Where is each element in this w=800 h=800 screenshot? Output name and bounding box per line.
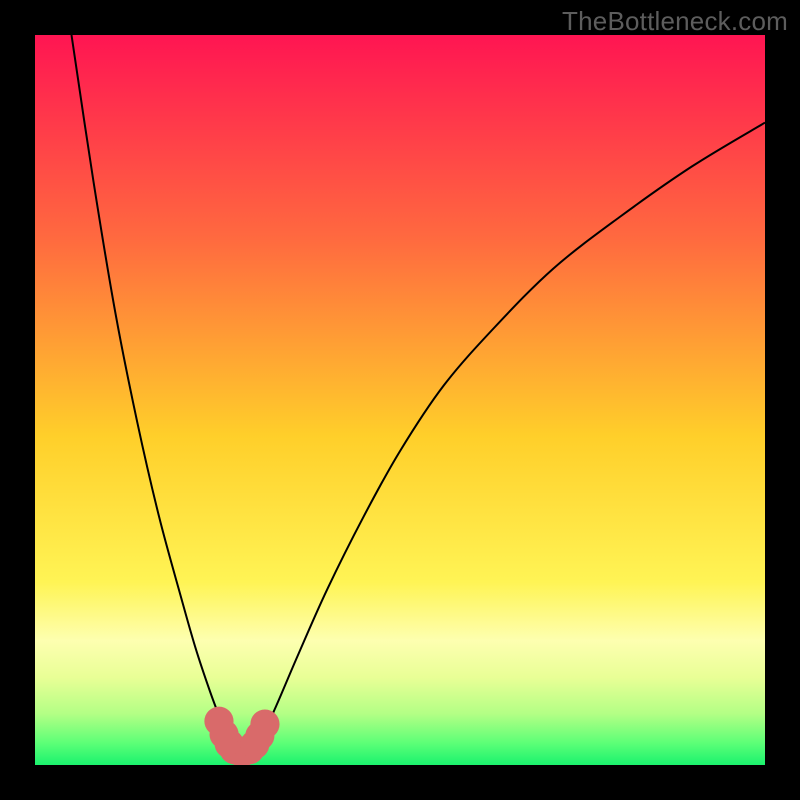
chart-frame: TheBottleneck.com <box>0 0 800 800</box>
gradient-background <box>35 35 765 765</box>
chart-svg <box>35 35 765 765</box>
valley-marker <box>250 710 279 739</box>
plot-area <box>35 35 765 765</box>
watermark-text: TheBottleneck.com <box>562 6 788 37</box>
